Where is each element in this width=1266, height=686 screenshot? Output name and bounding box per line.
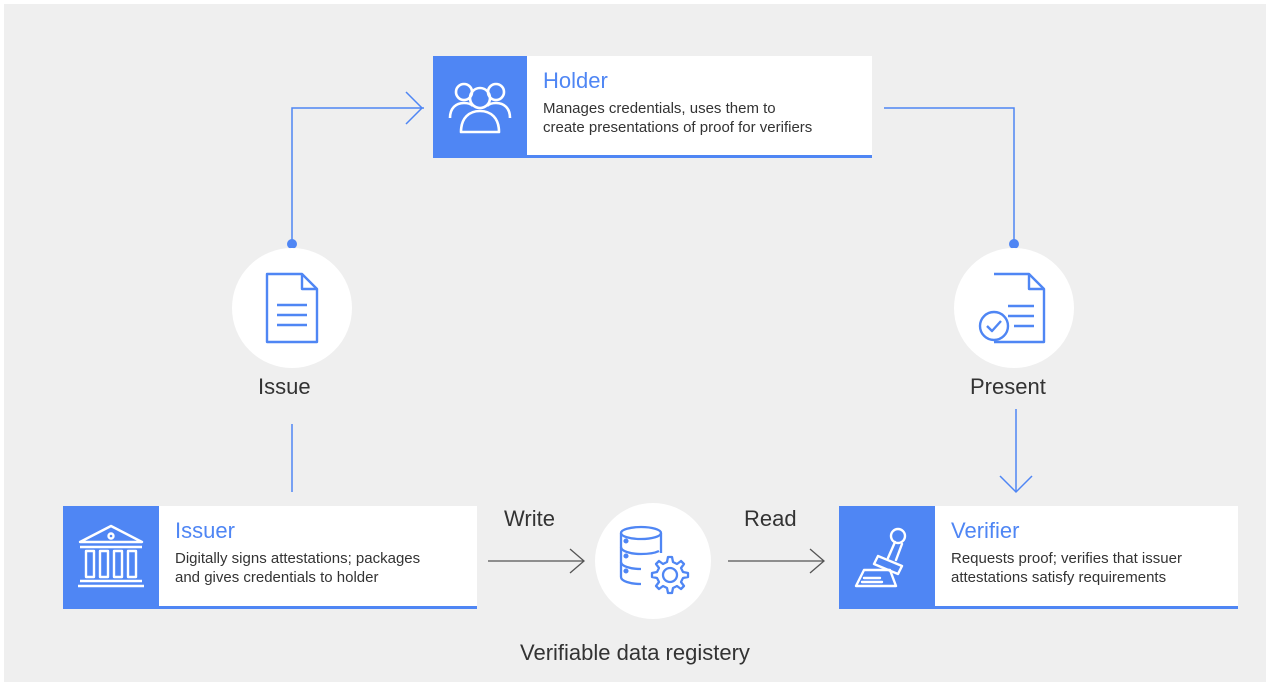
holder-description: Manages credentials, uses them to create… (543, 99, 812, 137)
verifier-description-line1: Requests proof; verifies that issuer (951, 550, 1182, 567)
holder-card-body: Holder Manages credentials, uses them to… (527, 56, 824, 155)
verified-document-icon (978, 272, 1046, 344)
present-circle (954, 248, 1074, 368)
issue-label: Issue (258, 374, 311, 399)
write-connector (488, 548, 585, 574)
issuer-card: Issuer Digitally signs attestations; pac… (63, 506, 477, 609)
issuer-description-line2: and gives credentials to holder (175, 569, 379, 586)
verifier-card-body: Verifier Requests proof; verifies that i… (935, 506, 1194, 606)
stamp-icon (854, 527, 907, 588)
present-line-upper (884, 107, 1015, 244)
holder-description-line1: Manages credentials, uses them to (543, 100, 776, 117)
credential-flow-diagram: Holder Manages credentials, uses them to… (0, 0, 1266, 682)
verifier-icon-box (839, 506, 935, 606)
database-gear-icon (619, 525, 690, 595)
verifier-card: Verifier Requests proof; verifies that i… (839, 506, 1238, 609)
verifier-description: Requests proof; verifies that issuer att… (951, 549, 1182, 587)
present-label: Present (970, 374, 1046, 399)
issuer-description: Digitally signs attestations; packages a… (175, 549, 420, 587)
issuer-description-line1: Digitally signs attestations; packages (175, 550, 421, 567)
registry-circle (595, 503, 711, 619)
write-label: Write (504, 506, 555, 531)
holder-description-line2: create presentations of proof for verifi… (543, 119, 813, 136)
document-icon (265, 272, 319, 344)
registry-label: Verifiable data registery (520, 640, 750, 665)
issuer-icon-box (63, 506, 159, 606)
holder-icon-box (433, 56, 527, 155)
issue-line-upper (291, 107, 424, 244)
issue-circle (232, 248, 352, 368)
verifier-description-line2: attestations satisfy requirements (951, 569, 1167, 586)
holder-title: Holder (543, 68, 608, 93)
verifier-title: Verifier (951, 518, 1020, 543)
read-connector (728, 548, 825, 574)
issuer-card-body: Issuer Digitally signs attestations; pac… (159, 506, 432, 606)
read-label: Read (744, 506, 797, 531)
holder-card: Holder Manages credentials, uses them to… (433, 56, 872, 158)
bank-icon (78, 524, 144, 588)
group-icon (448, 82, 512, 133)
issuer-title: Issuer (175, 518, 235, 543)
